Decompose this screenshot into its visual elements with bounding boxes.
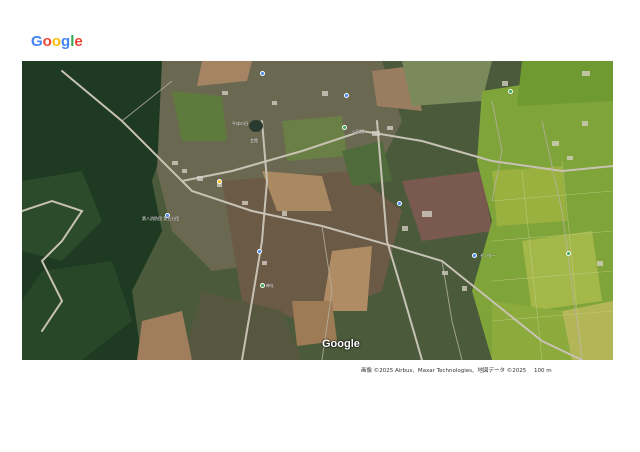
logo-letter: o [42,33,52,50]
satellite-map[interactable]: 平成の田 会館 公民館 第八消防団 第五分団 神社 センター Google [22,61,613,360]
map-pin[interactable] [472,253,477,258]
map-pin[interactable] [508,89,513,94]
logo-letter: G [31,33,43,50]
poi-label: 会館 [250,138,258,143]
map-pin[interactable] [217,179,222,184]
poi-label: 公民館 [352,129,364,134]
poi-label: 平成の田 [232,121,248,126]
map-pin[interactable] [257,249,262,254]
google-logo: Google [31,33,83,50]
scale-label: 100 m [533,368,552,374]
satellite-imagery [22,61,613,360]
map-attribution: 画像 ©2025 Airbus、Maxar Technologies、地図データ… [361,366,552,374]
map-pin[interactable] [566,251,571,256]
poi-label: センター [480,253,496,258]
map-pin[interactable] [344,93,349,98]
logo-letter: g [61,33,71,50]
map-watermark: Google [322,338,360,350]
map-pin[interactable] [260,71,265,76]
logo-letter: o [51,33,62,50]
map-pin[interactable] [342,125,347,130]
poi-label: 神社 [266,283,274,288]
map-pin[interactable] [397,201,402,206]
logo-letter: e [74,33,83,50]
attribution-text: 画像 ©2025 Airbus、Maxar Technologies、地図データ… [361,368,527,374]
map-pin[interactable] [260,283,265,288]
poi-label: 第八消防団 第五分団 [142,216,180,221]
